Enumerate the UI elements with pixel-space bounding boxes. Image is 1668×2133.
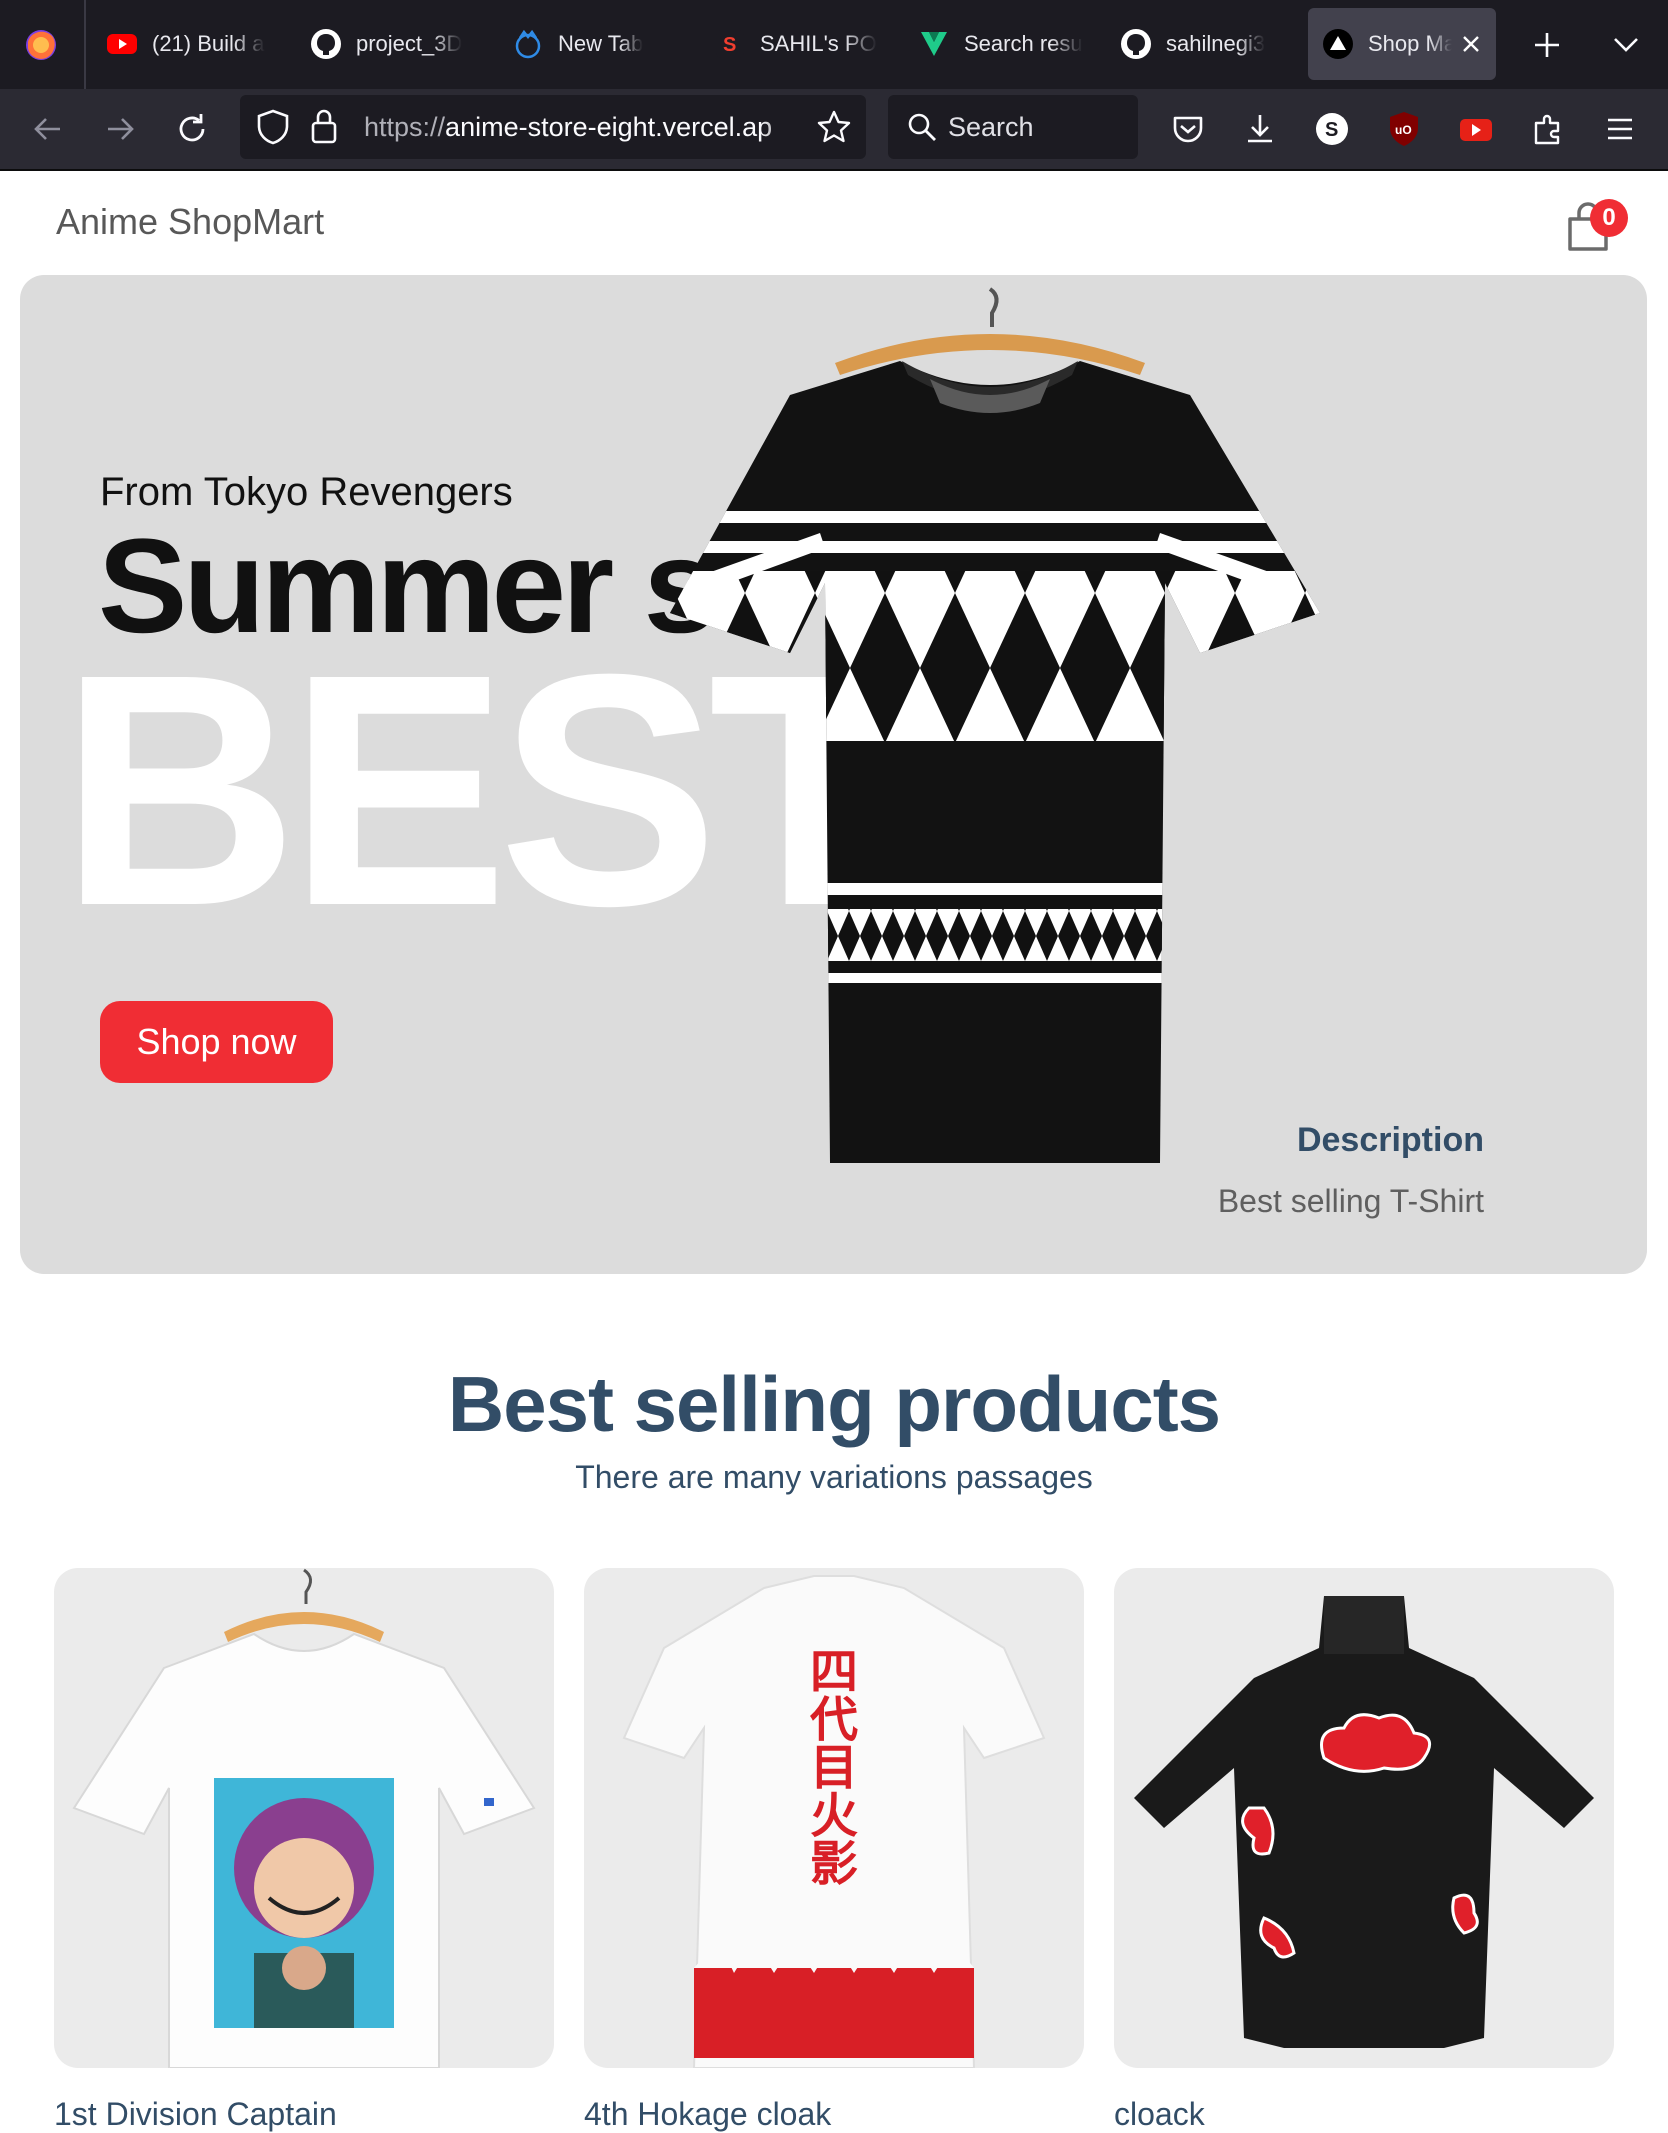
tab-label: New Tab xyxy=(558,31,644,56)
pocket-icon[interactable] xyxy=(1168,109,1208,149)
tab-label: Search resu xyxy=(964,31,1083,56)
vercel-icon xyxy=(1323,29,1353,59)
tab-shop-active[interactable]: Shop Ma xyxy=(1308,8,1496,80)
hero-description-title: Description xyxy=(1296,1121,1484,1159)
section-subtitle: There are many variations passages xyxy=(575,1459,1093,1495)
products-heading: Best selling products There are many var… xyxy=(0,1365,1668,1496)
tab-github-project[interactable]: project_3D xyxy=(310,8,480,80)
product-image-akatsuki-cloak xyxy=(1134,1596,1594,2048)
hero-banner: From Tokyo Revengers Summer s BEST Shop … xyxy=(20,275,1647,1274)
search-bar[interactable]: Search xyxy=(888,95,1138,159)
product-item[interactable]: 四 代 目 火 影 4th Hokage cloak xyxy=(584,1568,1084,2133)
youtube-icon xyxy=(107,34,137,54)
sanity-icon: S xyxy=(716,30,744,58)
tab-separator xyxy=(84,0,86,89)
bookmark-star-icon[interactable] xyxy=(816,109,852,145)
url-bar[interactable]: https://anime-store-eight.vercel.ap xyxy=(240,95,866,159)
tab-new-tab[interactable]: New Tab xyxy=(512,8,682,80)
tab-github-profile[interactable]: sahilnegi3 xyxy=(1120,8,1290,80)
product-card[interactable] xyxy=(1114,1568,1614,2068)
download-icon[interactable] xyxy=(1240,109,1280,149)
svg-text:uO: uO xyxy=(1395,123,1412,137)
github-icon xyxy=(1121,29,1151,59)
forward-arrow-icon[interactable] xyxy=(100,109,140,149)
github-icon xyxy=(311,29,341,59)
product-card[interactable] xyxy=(54,1568,554,2068)
youtube-extension-icon[interactable] xyxy=(1456,109,1496,149)
product-image-tshirt xyxy=(72,1568,536,2068)
section-title: Best selling products xyxy=(447,1360,1221,1448)
new-tab-plus-icon[interactable] xyxy=(1532,30,1562,60)
hamburger-menu-icon[interactable] xyxy=(1600,109,1640,149)
url-text[interactable]: https://anime-store-eight.vercel.ap xyxy=(364,95,804,159)
tab-youtube[interactable]: (21) Build a xyxy=(106,8,276,80)
url-scheme: https:// xyxy=(364,111,446,142)
browser-nav-bar: https://anime-store-eight.vercel.ap Sear… xyxy=(0,89,1668,171)
tab-label: project_3D xyxy=(356,31,463,56)
product-item[interactable]: cloack xyxy=(1114,1568,1614,2133)
reload-icon[interactable] xyxy=(172,109,212,149)
hero-product-image xyxy=(670,287,1320,1163)
tab-search[interactable]: Search resu xyxy=(918,8,1088,80)
vuetify-icon xyxy=(921,32,947,56)
product-name[interactable]: 1st Division Captain xyxy=(54,2096,554,2133)
extension-s-icon[interactable]: S xyxy=(1312,109,1352,149)
tab-label: (21) Build a xyxy=(152,31,265,56)
site-logo[interactable]: Anime ShopMart xyxy=(56,201,324,243)
extensions-puzzle-icon[interactable] xyxy=(1528,109,1568,149)
product-item[interactable]: 1st Division Captain xyxy=(54,1568,554,2133)
svg-text:S: S xyxy=(1325,119,1338,141)
tab-label: sahilnegi3 xyxy=(1166,31,1266,56)
site-header: Anime ShopMart 0 xyxy=(0,171,1668,275)
hero-description-text: Best selling T-Shirt xyxy=(1217,1183,1484,1219)
url-host: anime-store-eight.vercel.ap xyxy=(445,111,773,142)
firefox-blue-icon xyxy=(515,29,541,59)
product-image-hokage-cloak: 四 代 目 火 影 xyxy=(622,1575,1046,2068)
product-card[interactable]: 四 代 目 火 影 xyxy=(584,1568,1084,2068)
cart-count-badge[interactable]: 0 xyxy=(1590,199,1628,237)
hero-small-text: From Tokyo Revengers xyxy=(100,470,513,514)
back-arrow-icon[interactable] xyxy=(28,109,68,149)
shield-icon[interactable] xyxy=(256,109,290,145)
tab-label: Shop Ma xyxy=(1368,31,1452,56)
product-name[interactable]: cloack xyxy=(1114,2096,1614,2133)
browser-tab-bar: (21) Build a project_3D New Tab S SAHIL'… xyxy=(0,0,1668,89)
search-placeholder: Search xyxy=(948,112,1034,142)
tab-sanity[interactable]: S SAHIL's PO xyxy=(714,8,884,80)
search-icon xyxy=(908,113,936,141)
ublock-icon[interactable]: uO xyxy=(1384,109,1424,149)
close-icon[interactable] xyxy=(1460,33,1482,55)
tab-list-chevron-down-icon[interactable] xyxy=(1612,32,1640,56)
tab-label: SAHIL's PO xyxy=(760,31,877,56)
shop-now-button[interactable]: Shop now xyxy=(100,1001,333,1083)
product-name[interactable]: 4th Hokage cloak xyxy=(584,2096,1084,2133)
firefox-icon[interactable] xyxy=(24,28,58,62)
svg-text:S: S xyxy=(723,34,736,56)
lock-icon[interactable] xyxy=(310,107,338,145)
svg-text:影: 影 xyxy=(810,1836,858,1892)
